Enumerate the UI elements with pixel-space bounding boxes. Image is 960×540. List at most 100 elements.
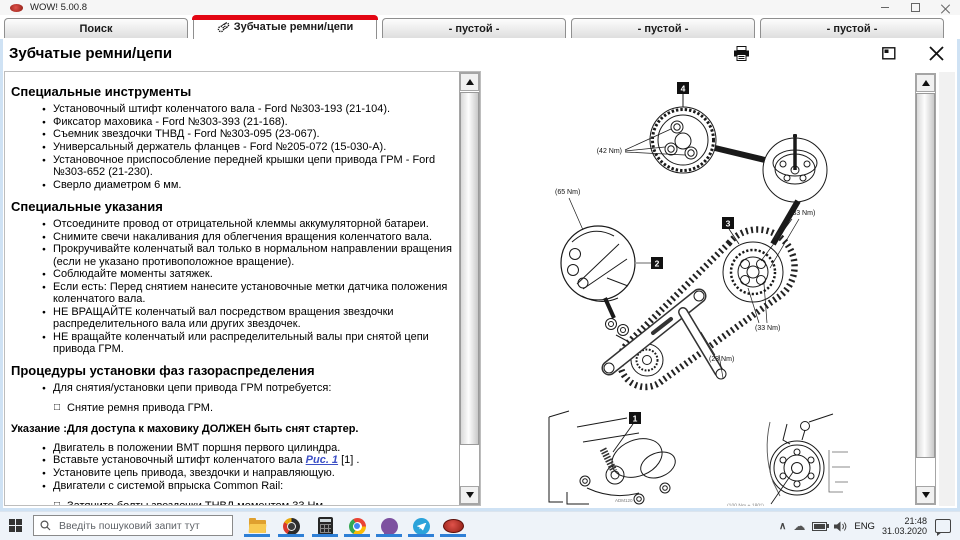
taskbar-telegram[interactable] [408,515,434,537]
svg-text:4: 4 [681,84,686,94]
bold-note: Указание :Для доступа к маховику ДОЛЖЕН … [11,423,458,435]
window-close-button[interactable] [930,0,960,15]
windows-logo-icon [9,519,15,525]
step-text: Вставьте установочный штифт коленчатого … [53,454,306,466]
right-margin-strip [939,72,955,506]
window-titlebar: WOW! 5.00.8 [0,0,960,15]
taskbar-search[interactable] [33,515,233,536]
start-button[interactable] [9,519,24,534]
document-window: Зубчатые ремни/цепи Специальные инструме… [0,39,960,512]
tab-label: Поиск [79,23,112,35]
svg-text:1: 1 [633,414,638,424]
procedure-list: Для снятия/установки цепи привода ГРМ по… [7,382,458,394]
article-content: Специальные инструменты Установочный шти… [7,72,458,505]
battery-icon[interactable] [812,522,827,531]
list-item: Установочное приспособление передней кры… [53,154,452,178]
notes-list: Отсоедините провод от отрицательной клем… [7,218,458,355]
search-icon [40,520,51,531]
detach-view-button[interactable] [882,47,896,65]
window-minimize-button[interactable] [870,0,900,15]
list-item: Съемник звездочки ТНВД - Ford №303-095 (… [53,128,452,140]
taskbar-calculator[interactable] [312,515,338,537]
svg-text:3: 3 [726,219,731,229]
clock[interactable]: 21:48 31.03.2020 [882,516,927,536]
list-item: Двигатель в положении ВМТ поршня первого… [53,442,452,454]
svg-text:(23 Nm): (23 Nm) [709,356,734,363]
steps-sublist: Затяните болты звездочки ТНВД моментом 3… [7,500,458,505]
article-scrollbar[interactable] [459,72,480,505]
tab-empty-1[interactable]: - пустой - [382,18,566,38]
timing-chain-diagram: 4 (42 Nm) (65 Nm) [487,72,917,506]
action-center-icon[interactable] [935,519,951,533]
window-maximize-button[interactable] [900,0,930,15]
list-item: Установите цепь привода, звездочки и нап… [53,467,452,479]
list-item: Вставьте установочный штифт коленчатого … [53,454,452,466]
tab-search[interactable]: Поиск [4,18,188,38]
restore-window-icon [882,47,896,60]
tab-empty-2[interactable]: - пустой - [571,18,755,38]
system-tray: ∧ ☁ ENG 21:48 31.03.2020 [779,512,960,540]
minimize-icon [881,7,889,8]
wow-app-icon [443,519,464,533]
list-item: Для снятия/установки цепи привода ГРМ по… [53,382,452,394]
chain-gears-icon [217,21,230,34]
scrollbar-thumb[interactable] [916,93,935,458]
close-icon [941,3,950,12]
taskbar-chrome[interactable] [344,515,370,537]
scroll-up-button[interactable] [916,74,935,92]
running-indicator [408,534,434,537]
taskbar-viber[interactable] [376,515,402,537]
list-item: Соблюдайте моменты затяжек. [53,268,452,280]
list-item: Отсоедините провод от отрицательной клем… [53,218,452,230]
figure-1-link[interactable]: Рис. 1 [306,454,338,466]
list-item: Фиксатор маховика - Ford №303-393 (21-16… [53,116,452,128]
language-indicator[interactable]: ENG [854,521,875,532]
scroll-down-button[interactable] [460,486,479,504]
browser-dark-icon [283,518,300,535]
scrollbar-thumb[interactable] [460,92,479,445]
list-item: НЕ вращайте коленчатый или распределител… [53,331,452,355]
taskbar-wow-app[interactable] [440,515,466,537]
list-item: Прокручивайте коленчатый вал только в но… [53,243,452,267]
svg-text:(33 Nm): (33 Nm) [755,325,780,332]
procedure-sublist: Снятие ремня привода ГРМ. [7,402,458,414]
article-panel: Специальные инструменты Установочный шти… [4,71,481,506]
list-item: Универсальный держатель фланцев - Ford №… [53,141,452,153]
running-indicator [344,534,370,537]
search-input[interactable] [57,519,232,533]
diagram-scrollbar[interactable] [915,73,936,505]
close-icon [928,45,945,62]
list-item: НЕ ВРАЩАЙТЕ коленчатый вал посредством в… [53,306,452,330]
page-title: Зубчатые ремни/цепи [9,45,172,62]
taskbar-browser-dark[interactable] [278,515,304,537]
tab-timing-belts[interactable]: Зубчатые ремни/цепи [193,15,377,39]
close-document-button[interactable] [928,45,945,67]
step-text: [1] . [338,454,359,466]
svg-text:(65 Nm): (65 Nm) [555,189,580,196]
tray-expand-chevron-icon[interactable]: ∧ [779,521,786,532]
svg-text:ADM120: ADM120 [615,498,633,503]
tab-label: - пустой - [449,23,500,35]
tab-label: - пустой - [827,23,878,35]
tools-list: Установочный штифт коленчатого вала - Fo… [7,103,458,191]
onedrive-cloud-icon[interactable]: ☁ [793,519,805,533]
time: 21:48 [882,516,927,526]
windows-logo-icon [16,519,22,525]
taskbar-file-explorer[interactable] [244,515,270,537]
list-item: Двигатели с системой впрыска Common Rail… [53,480,452,492]
scroll-down-button[interactable] [916,486,935,504]
list-item: Установочный штифт коленчатого вала - Fo… [53,103,452,115]
scroll-up-button[interactable] [460,73,479,91]
svg-text:2: 2 [655,259,660,269]
list-item: Сверло диаметром 6 мм. [53,179,452,191]
volume-icon[interactable] [834,521,847,532]
print-button[interactable] [733,46,750,66]
arrow-up-icon [466,79,474,85]
taskbar: ∧ ☁ ENG 21:48 31.03.2020 [0,511,960,540]
tab-empty-3[interactable]: - пустой - [760,18,944,38]
folder-icon [249,520,266,533]
telegram-icon [413,518,430,535]
section-heading-procedure: Процедуры установки фаз газораспределени… [11,364,458,378]
running-indicator [244,534,270,537]
date: 31.03.2020 [882,526,927,536]
